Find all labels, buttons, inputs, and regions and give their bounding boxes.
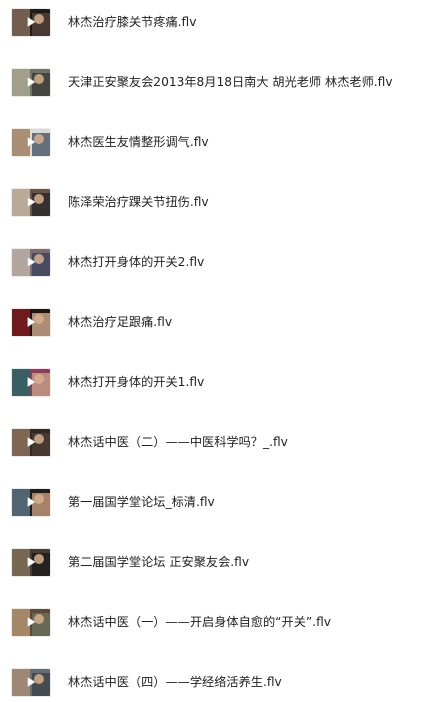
video-thumbnail-icon[interactable] <box>12 608 50 636</box>
file-name[interactable]: 第二届国学堂论坛 正安聚友会.flv <box>68 554 249 570</box>
file-row[interactable]: 林杰医生友情整形调气.flv <box>0 122 445 162</box>
file-row[interactable]: 第一届国学堂论坛_标清.flv <box>0 482 445 522</box>
file-row[interactable]: 陈泽荣治疗踝关节扭伤.flv <box>0 182 445 222</box>
video-thumbnail-icon[interactable] <box>12 248 50 276</box>
video-thumbnail-icon[interactable] <box>12 128 50 156</box>
file-name[interactable]: 林杰话中医（四）——学经络活养生.flv <box>68 674 282 690</box>
file-row[interactable]: 林杰打开身体的开关1.flv <box>0 362 445 402</box>
file-name[interactable]: 陈泽荣治疗踝关节扭伤.flv <box>68 194 209 210</box>
video-thumbnail-icon[interactable] <box>12 548 50 576</box>
file-row[interactable]: 天津正安聚友会2013年8月18日南大 胡光老师 林杰老师.flv <box>0 62 445 102</box>
file-row[interactable]: 林杰打开身体的开关2.flv <box>0 242 445 282</box>
file-name[interactable]: 天津正安聚友会2013年8月18日南大 胡光老师 林杰老师.flv <box>68 74 393 90</box>
video-thumbnail-icon[interactable] <box>12 488 50 516</box>
video-thumbnail-icon[interactable] <box>12 668 50 696</box>
play-icon <box>25 136 38 149</box>
play-icon <box>25 256 38 269</box>
file-name[interactable]: 林杰医生友情整形调气.flv <box>68 134 209 150</box>
play-icon <box>25 556 38 569</box>
play-icon <box>25 676 38 689</box>
play-icon <box>25 196 38 209</box>
file-row[interactable]: 第二届国学堂论坛 正安聚友会.flv <box>0 542 445 582</box>
video-thumbnail-icon[interactable] <box>12 188 50 216</box>
play-icon <box>25 616 38 629</box>
play-icon <box>25 496 38 509</box>
play-icon <box>25 76 38 89</box>
video-thumbnail-icon[interactable] <box>12 68 50 96</box>
file-row[interactable]: 林杰治疗膝关节疼痛.flv <box>0 2 445 42</box>
file-name[interactable]: 林杰话中医（一）——开启身体自愈的“开关”.flv <box>68 614 331 630</box>
file-row[interactable]: 林杰话中医（二）——中医科学吗？_.flv <box>0 422 445 462</box>
file-name[interactable]: 林杰打开身体的开关2.flv <box>68 254 204 270</box>
play-icon <box>25 316 38 329</box>
file-name[interactable]: 林杰打开身体的开关1.flv <box>68 374 204 390</box>
file-row[interactable]: 林杰治疗足跟痛.flv <box>0 302 445 342</box>
video-thumbnail-icon[interactable] <box>12 8 50 36</box>
file-row[interactable]: 林杰话中医（四）——学经络活养生.flv <box>0 662 445 702</box>
file-name[interactable]: 第一届国学堂论坛_标清.flv <box>68 494 215 510</box>
video-thumbnail-icon[interactable] <box>12 428 50 456</box>
play-icon <box>25 376 38 389</box>
video-thumbnail-icon[interactable] <box>12 308 50 336</box>
file-list: 林杰治疗膝关节疼痛.flv 天津正安聚友会2013年8月18日南大 胡光老师 林杰… <box>0 0 445 700</box>
play-icon <box>25 16 38 29</box>
file-row[interactable]: 林杰话中医（一）——开启身体自愈的“开关”.flv <box>0 602 445 642</box>
file-name[interactable]: 林杰治疗足跟痛.flv <box>68 314 172 330</box>
video-thumbnail-icon[interactable] <box>12 368 50 396</box>
file-name[interactable]: 林杰话中医（二）——中医科学吗？_.flv <box>68 434 288 450</box>
play-icon <box>25 436 38 449</box>
file-name[interactable]: 林杰治疗膝关节疼痛.flv <box>68 14 196 30</box>
